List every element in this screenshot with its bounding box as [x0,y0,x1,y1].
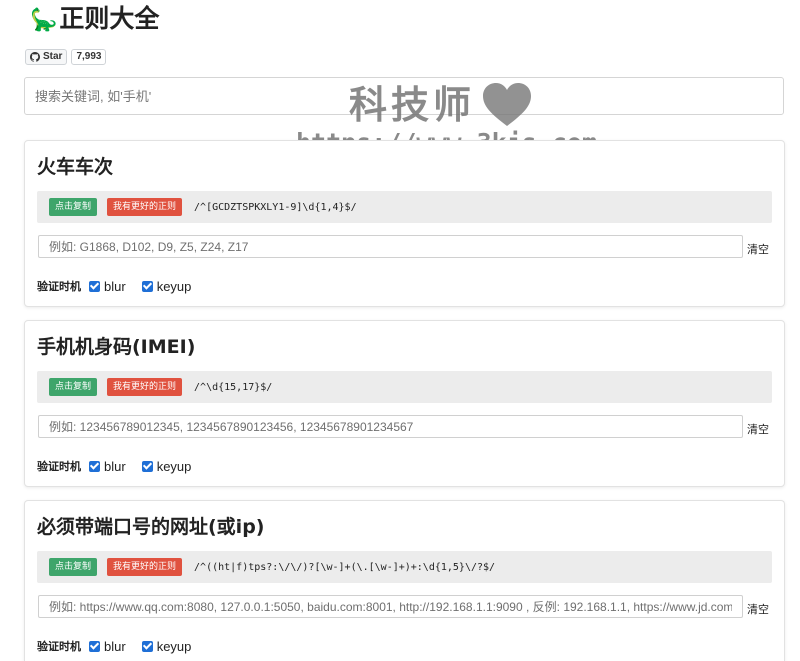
test-input[interactable] [38,235,743,258]
blur-checkbox[interactable] [89,640,100,652]
better-regex-button[interactable]: 我有更好的正则 [107,198,183,216]
keyup-label: keyup [156,278,192,294]
regex-card: 火车车次 点击复制 我有更好的正则 /^[GCDZTSPKXLY1-9]\d{1… [24,140,785,307]
copy-button[interactable]: 点击复制 [49,198,98,216]
keyup-checkbox[interactable] [141,460,153,472]
better-regex-button[interactable]: 我有更好的正则 [107,558,183,576]
verify-timing-label: 验证时机 [37,640,81,653]
card-title: 手机机身码(IMEI) [37,336,196,358]
keyup-label: keyup [156,458,192,474]
blur-checkbox[interactable] [89,280,100,292]
github-star-widget: Star 7,993 [25,49,107,65]
clear-button[interactable]: 清空 [747,241,769,257]
search-input[interactable] [24,77,784,115]
keyup-checkbox[interactable] [141,640,153,652]
dinosaur-icon: 🦕 [30,8,58,33]
better-regex-button[interactable]: 我有更好的正则 [107,378,183,396]
regex-text: /^[GCDZTSPKXLY1-9]\d{1,4}$/ [194,201,357,213]
verify-timing-row: 验证时机 blur keyup [37,458,207,474]
regex-text: /^((ht|f)tps?:\/\/)?[\w-]+(\.[\w-]+)+:\d… [194,561,496,573]
github-star-count[interactable]: 7,993 [71,49,107,65]
copy-button[interactable]: 点击复制 [49,558,98,576]
regex-bar: 点击复制 我有更好的正则 /^\d{15,17}$/ [37,371,772,403]
page-title-text: 正则大全 [59,4,160,33]
page-title: 🦕正则大全 [30,4,159,36]
copy-button[interactable]: 点击复制 [49,378,98,396]
clear-button[interactable]: 清空 [747,601,769,617]
keyup-checkbox[interactable] [141,280,153,292]
test-input[interactable] [38,415,743,438]
regex-card: 手机机身码(IMEI) 点击复制 我有更好的正则 /^\d{15,17}$/ 清… [24,320,785,487]
regex-card: 必须带端口号的网址(或ip) 点击复制 我有更好的正则 /^((ht|f)tps… [24,500,785,661]
github-star-button[interactable]: Star [25,49,68,65]
regex-bar: 点击复制 我有更好的正则 /^((ht|f)tps?:\/\/)?[\w-]+(… [37,551,772,583]
github-star-label: Star [43,51,63,62]
test-input[interactable] [38,595,743,618]
card-title: 火车车次 [37,156,114,178]
verify-timing-row: 验证时机 blur keyup [37,278,207,294]
card-title: 必须带端口号的网址(或ip) [37,516,265,538]
verify-timing-label: 验证时机 [37,280,81,293]
regex-bar: 点击复制 我有更好的正则 /^[GCDZTSPKXLY1-9]\d{1,4}$/ [37,191,772,223]
verify-timing-row: 验证时机 blur keyup [37,638,207,654]
github-icon [30,52,40,62]
blur-label: blur [104,278,126,294]
blur-label: blur [104,458,126,474]
blur-checkbox[interactable] [89,460,100,472]
keyup-label: keyup [156,638,192,654]
verify-timing-label: 验证时机 [37,460,81,473]
regex-text: /^\d{15,17}$/ [194,381,273,393]
clear-button[interactable]: 清空 [747,421,769,437]
blur-label: blur [104,638,126,654]
